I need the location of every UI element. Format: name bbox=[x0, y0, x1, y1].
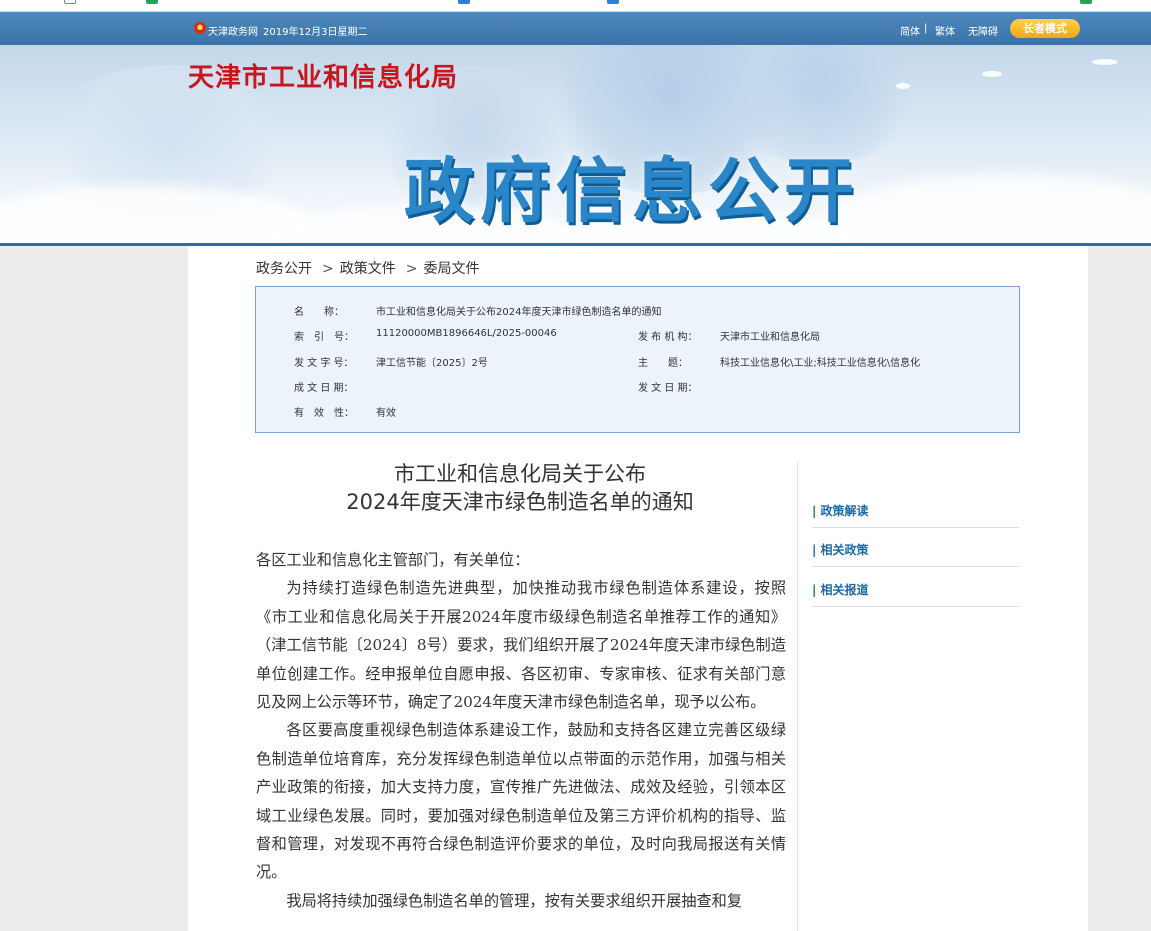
sidebar-link-label: | 政策解读 bbox=[812, 504, 869, 518]
breadcrumb-item-gov-affairs[interactable]: 政务公开 bbox=[256, 261, 312, 277]
article-paragraph: 各区要高度重视绿色制造体系建设工作，鼓励和支持各区建立完善区级绿色制造单位培育库… bbox=[256, 721, 786, 882]
article-title-line: 2024年度天津市绿色制造名单的通知 bbox=[346, 490, 694, 514]
elder-mode-button[interactable]: 长者模式 bbox=[1010, 19, 1080, 38]
info-label: 有 效 性： bbox=[294, 408, 354, 419]
article-paragraph: 为持续打造绿色制造先进典型，加快推动我市绿色制造体系建设，按照《市工业和信息化局… bbox=[256, 579, 786, 712]
top-info-bar: 天津政务网 2019年12月3日星期二 简体 | 繁体 无障碍 长者模式 bbox=[0, 12, 1151, 45]
bookmark-icon[interactable] bbox=[607, 0, 619, 4]
bird-decoration bbox=[982, 71, 1002, 77]
article-greeting: 各区工业和信息化主管部门，有关单位： bbox=[256, 551, 530, 569]
article-title: 市工业和信息化局关于公布 2024年度天津市绿色制造名单的通知 bbox=[256, 460, 784, 516]
info-label: 主 题： bbox=[638, 358, 688, 369]
sidebar-link-policy-reading[interactable]: | 政策解读 bbox=[812, 502, 1019, 528]
bookmark-icon[interactable] bbox=[64, 0, 76, 4]
info-label: 发 布 机 构： bbox=[638, 332, 698, 343]
breadcrumb-item-bureau-docs[interactable]: 委局文件 bbox=[423, 261, 479, 277]
info-value: 津工信节能〔2025〕2号 bbox=[376, 358, 488, 369]
accessibility-link[interactable]: 无障碍 bbox=[968, 23, 998, 38]
article-title-line: 市工业和信息化局关于公布 bbox=[394, 462, 646, 486]
bureau-logo-title[interactable]: 天津市工业和信息化局 bbox=[188, 57, 458, 94]
info-value: 有效 bbox=[376, 408, 396, 419]
current-date: 2019年12月3日星期二 bbox=[263, 27, 368, 38]
info-value: 11120000MB1896646L/2025-00046 bbox=[376, 328, 557, 339]
bookmark-icon[interactable] bbox=[146, 0, 158, 4]
elder-mode-label: 长者模式 bbox=[1023, 22, 1067, 35]
info-label: 成 文 日 期： bbox=[294, 383, 354, 394]
document-info-box: 名 称： 市工业和信息化局关于公布2024年度天津市绿色制造名单的通知 索 引 … bbox=[255, 286, 1020, 433]
sidebar-link-label: | 相关政策 bbox=[812, 543, 869, 557]
bird-decoration bbox=[896, 83, 910, 89]
site-name-link[interactable]: 天津政务网 bbox=[208, 23, 258, 38]
lang-traditional-link[interactable]: 繁体 bbox=[935, 23, 955, 38]
bookmark-icon[interactable] bbox=[1080, 0, 1092, 4]
lang-simplified-link[interactable]: 简体 bbox=[900, 23, 920, 38]
sidebar-link-related-policy[interactable]: | 相关政策 bbox=[812, 541, 1019, 567]
bird-decoration bbox=[1092, 59, 1118, 65]
column-divider bbox=[797, 462, 798, 931]
info-value: 天津市工业和信息化局 bbox=[720, 332, 820, 343]
bookmark-icon[interactable] bbox=[458, 0, 470, 4]
info-label: 发 文 日 期： bbox=[638, 383, 698, 394]
breadcrumb-separator: > bbox=[322, 261, 334, 277]
banner-title: 政府信息公开 bbox=[404, 150, 860, 232]
article-body: 各区工业和信息化主管部门，有关单位： 为持续打造绿色制造先进典型，加快推动我市绿… bbox=[256, 546, 786, 915]
breadcrumb-item-policy-docs[interactable]: 政策文件 bbox=[340, 261, 396, 277]
breadcrumb: 政务公开 > 政策文件 > 委局文件 bbox=[256, 258, 485, 278]
national-emblem-icon bbox=[194, 22, 206, 34]
info-label: 名 称： bbox=[294, 307, 344, 318]
sidebar-link-label: | 相关报道 bbox=[812, 583, 869, 597]
separator: | bbox=[924, 23, 928, 34]
info-value: 科技工业信息化\工业;科技工业信息化\信息化 bbox=[720, 358, 921, 369]
info-label: 发 文 字 号： bbox=[294, 358, 354, 369]
info-value: 市工业和信息化局关于公布2024年度天津市绿色制造名单的通知 bbox=[376, 307, 662, 318]
article-paragraph: 我局将持续加强绿色制造名单的管理，按有关要求组织开展抽查和复 bbox=[286, 891, 743, 910]
header-banner: 天津市工业和信息化局 政府信息公开 bbox=[0, 45, 1151, 243]
info-label: 索 引 号： bbox=[294, 332, 354, 343]
breadcrumb-separator: > bbox=[405, 261, 418, 277]
bookmark-bar bbox=[0, 0, 1151, 12]
cloud-decoration bbox=[820, 175, 1151, 243]
sidebar-link-related-reports[interactable]: | 相关报道 bbox=[812, 581, 1019, 607]
